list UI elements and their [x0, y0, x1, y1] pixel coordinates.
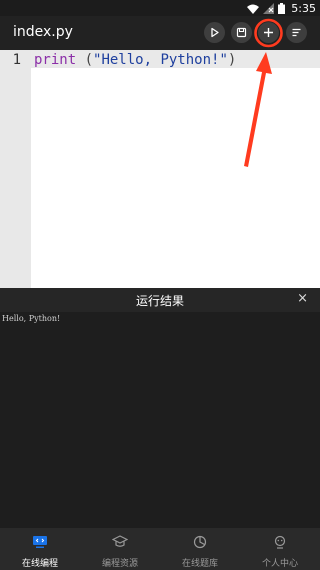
menu-button[interactable]: [286, 22, 307, 43]
wifi-icon: [247, 0, 260, 18]
close-icon[interactable]: ×: [297, 291, 308, 306]
code-keyword: print: [34, 52, 77, 68]
user-icon: [272, 534, 288, 553]
code-string: "Hello, Python!": [93, 52, 228, 68]
nav-label: 个人中心: [261, 559, 298, 569]
result-output-text: Hello, Python!: [2, 314, 61, 323]
code-open-paren: (: [76, 52, 94, 68]
plus-icon: [263, 27, 274, 38]
code-close-paren: ): [227, 52, 237, 68]
file-title: index.py: [13, 24, 73, 40]
pie-chart-icon: [192, 534, 208, 553]
status-bar: 5:35: [0, 0, 320, 16]
save-icon: [236, 27, 247, 38]
nav-label: 在线题库: [181, 559, 218, 569]
app-bar: index.py: [0, 16, 320, 50]
monitor-icon: [32, 534, 48, 553]
code-editor[interactable]: 1 print ("Hello, Python!"): [0, 50, 320, 288]
status-icons: 5:35: [247, 1, 316, 15]
nav-item-online-coding[interactable]: 在线编程: [0, 528, 80, 570]
nav-label: 编程资源: [101, 559, 138, 569]
bottom-nav: 在线编程 编程资源 在线题库 个人中心: [0, 528, 320, 570]
result-header: 运行结果 ×: [0, 288, 320, 312]
code-line[interactable]: print ("Hello, Python!"): [34, 52, 236, 68]
line-number: 1: [12, 52, 21, 68]
status-time: 5:35: [291, 1, 316, 15]
graduation-cap-icon: [111, 534, 129, 553]
nav-item-question-bank[interactable]: 在线题库: [160, 528, 240, 570]
no-signal-icon: [263, 0, 275, 18]
result-title: 运行结果: [135, 294, 184, 308]
line-gutter: 1: [0, 50, 31, 288]
menu-icon: [291, 27, 302, 38]
nav-item-profile[interactable]: 个人中心: [240, 528, 320, 570]
result-output-panel: Hello, Python!: [0, 312, 320, 528]
play-icon: [209, 27, 220, 38]
nav-item-resources[interactable]: 编程资源: [80, 528, 160, 570]
add-file-button[interactable]: [258, 22, 279, 43]
battery-icon: [278, 0, 286, 18]
save-button[interactable]: [231, 22, 252, 43]
run-button[interactable]: [204, 22, 225, 43]
nav-label: 在线编程: [21, 559, 58, 569]
